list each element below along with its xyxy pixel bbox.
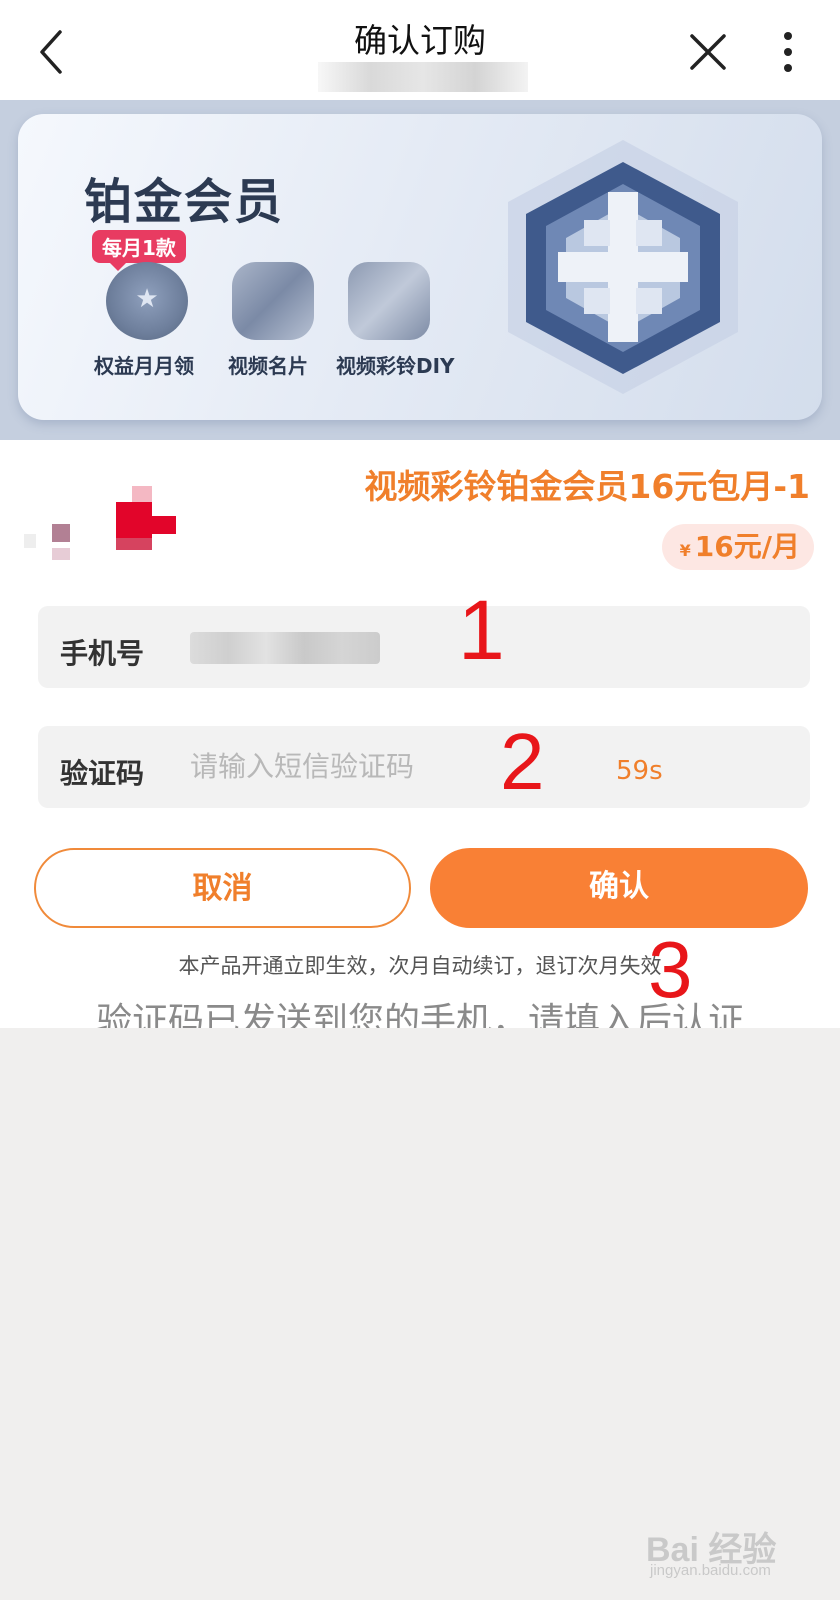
more-options-icon[interactable] [760,24,816,80]
membership-banner: 铂金会员 每月1款 ★ 权益月月领 视频名片 视频彩铃DIY [0,100,840,440]
product-logo-blurred [24,486,176,560]
top-bar: 确认订购 [0,0,840,100]
resend-countdown[interactable]: 59s [616,756,663,786]
price-value: 16元/月 [694,530,800,563]
close-icon[interactable] [680,24,736,80]
url-blurred [318,62,528,92]
star-icon: ★ [135,284,159,314]
banner-title: 铂金会员 [84,174,285,230]
crystal-emblem-icon [508,140,738,394]
annotation-step-1: 1 [458,583,505,677]
medal-icon: ★ [106,262,188,340]
video-card-icon [232,262,314,340]
renewal-notice: 本产品开通立即生效，次月自动续订，退订次月失效 [178,954,662,978]
phone-number-blurred [190,632,380,664]
benefit-label: 视频名片 [228,354,308,378]
video-ringtone-icon [348,262,430,340]
watermark-url: jingyan.baidu.com [650,1562,771,1579]
confirm-button[interactable]: 确认 [430,848,808,928]
code-sent-message: 验证码已发送到您的手机，请填入后认证 [95,1001,744,1028]
currency-symbol: ¥ [679,541,691,560]
banner-card[interactable]: 铂金会员 每月1款 ★ 权益月月领 视频名片 视频彩铃DIY [18,114,822,420]
price-badge: ¥16元/月 [661,524,814,570]
phone-label: 手机号 [60,637,145,670]
order-content: 视频彩铃铂金会员16元包月-1 ¥16元/月 手机号 验证码 59s 1 2 取… [0,440,840,1028]
verification-code-field: 验证码 59s [38,726,810,808]
phone-field[interactable]: 手机号 [38,606,810,688]
annotation-step-2: 2 [500,717,545,806]
code-label: 验证码 [60,757,145,790]
monthly-badge: 每月1款 [92,230,186,271]
code-input[interactable] [190,746,470,786]
product-name: 视频彩铃铂金会员16元包月-1 [364,467,810,506]
baidu-jingyan-watermark: Bai 经验 jingyan.baidu.com [646,1522,796,1582]
benefit-label: 权益月月领 [94,354,194,378]
benefit-label: 视频彩铃DIY [336,354,455,378]
cancel-button[interactable]: 取消 [34,848,411,928]
